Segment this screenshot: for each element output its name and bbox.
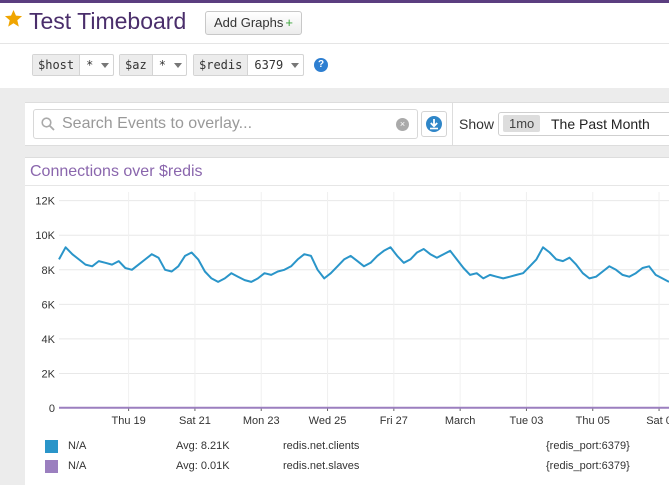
legend-row[interactable]: N/A Avg: 0.01K redis.net.slaves {redis_p…: [25, 459, 669, 475]
y-tick-label: 6K: [42, 299, 56, 311]
add-graphs-label: Add Graphs: [214, 15, 284, 30]
graph-panel: Connections over $redis 0 2K 4K 6K 8K 10K 12K T…: [25, 157, 669, 485]
plus-icon: +: [285, 15, 293, 30]
help-icon[interactable]: ?: [314, 58, 328, 72]
event-search-input[interactable]: [62, 113, 382, 135]
timeseries-chart[interactable]: 0 2K 4K 6K 8K 10K 12K Thu 19 Sat 21 Mon 23 Wed 25 F…: [25, 158, 669, 433]
template-var-value: *: [86, 58, 94, 72]
x-tick-label: Sat 21: [179, 415, 211, 427]
legend-metric: redis.net.clients: [283, 440, 360, 452]
template-var-host[interactable]: $host *: [32, 54, 115, 76]
legend-avg: Avg: 8.21K: [176, 440, 230, 452]
legend-name: N/A: [68, 460, 87, 472]
y-tick-label: 4K: [42, 334, 56, 346]
template-var-value: 6379: [254, 58, 284, 72]
x-tick-label: Thu 19: [111, 415, 145, 427]
template-var-select[interactable]: 6379: [248, 55, 303, 75]
chevron-down-icon: [101, 62, 110, 68]
star-icon[interactable]: [4, 9, 23, 28]
clear-icon[interactable]: ×: [396, 118, 409, 131]
top-bar: Test Timeboard Add Graphs + $host * $az *…: [0, 0, 669, 88]
legend-tag: {redis_port:6379}: [546, 460, 630, 472]
show-label: Show: [459, 116, 495, 132]
download-icon: [426, 116, 442, 132]
time-range-select[interactable]: 1mo The Past Month: [498, 112, 669, 136]
x-tick-label: Fri 27: [380, 415, 408, 427]
template-var-name: $redis: [194, 55, 249, 75]
legend-tag: {redis_port:6379}: [546, 440, 630, 452]
template-var-value: *: [158, 58, 166, 72]
legend-row[interactable]: N/A Avg: 8.21K redis.net.clients {redis_…: [25, 439, 669, 455]
divider: [452, 103, 453, 145]
legend-avg: Avg: 0.01K: [176, 460, 230, 472]
y-tick-label: 0: [49, 403, 55, 415]
x-tick-label: Tue 03: [510, 415, 544, 427]
time-range-label: The Past Month: [551, 116, 650, 132]
template-var-select[interactable]: *: [80, 55, 113, 75]
download-button[interactable]: [421, 111, 447, 137]
y-tick-label: 8K: [42, 265, 56, 277]
events-bar: × Show 1mo The Past Month: [25, 102, 669, 146]
legend-metric: redis.net.slaves: [283, 460, 360, 472]
page-title: Test Timeboard: [29, 8, 187, 34]
x-tick-label: Thu 05: [576, 415, 610, 427]
x-tick-label: Mon 23: [243, 415, 280, 427]
template-var-name: $host: [33, 55, 81, 75]
time-range-badge: 1mo: [503, 115, 541, 132]
y-tick-label: 2K: [42, 368, 56, 380]
x-tick-label: March: [445, 415, 476, 427]
chevron-down-icon: [173, 62, 182, 68]
x-tick-label: Wed 25: [309, 415, 347, 427]
template-var-redis[interactable]: $redis 6379: [193, 54, 305, 76]
event-search-box[interactable]: ×: [33, 109, 418, 139]
legend-name: N/A: [68, 440, 87, 452]
y-tick-label: 10K: [35, 230, 55, 242]
series-line-redis-net-clients: [58, 246, 669, 283]
legend-swatch: [45, 440, 58, 453]
accent-line: [0, 0, 669, 3]
divider: [0, 43, 669, 44]
x-tick-label: Sat 0: [646, 415, 669, 427]
template-var-az[interactable]: $az *: [119, 54, 187, 76]
template-var-select[interactable]: *: [153, 55, 186, 75]
add-graphs-button[interactable]: Add Graphs +: [205, 11, 302, 35]
y-tick-label: 12K: [35, 196, 55, 208]
template-var-name: $az: [120, 55, 153, 75]
legend-swatch: [45, 460, 58, 473]
search-icon: [41, 117, 55, 131]
chevron-down-icon: [291, 62, 300, 68]
